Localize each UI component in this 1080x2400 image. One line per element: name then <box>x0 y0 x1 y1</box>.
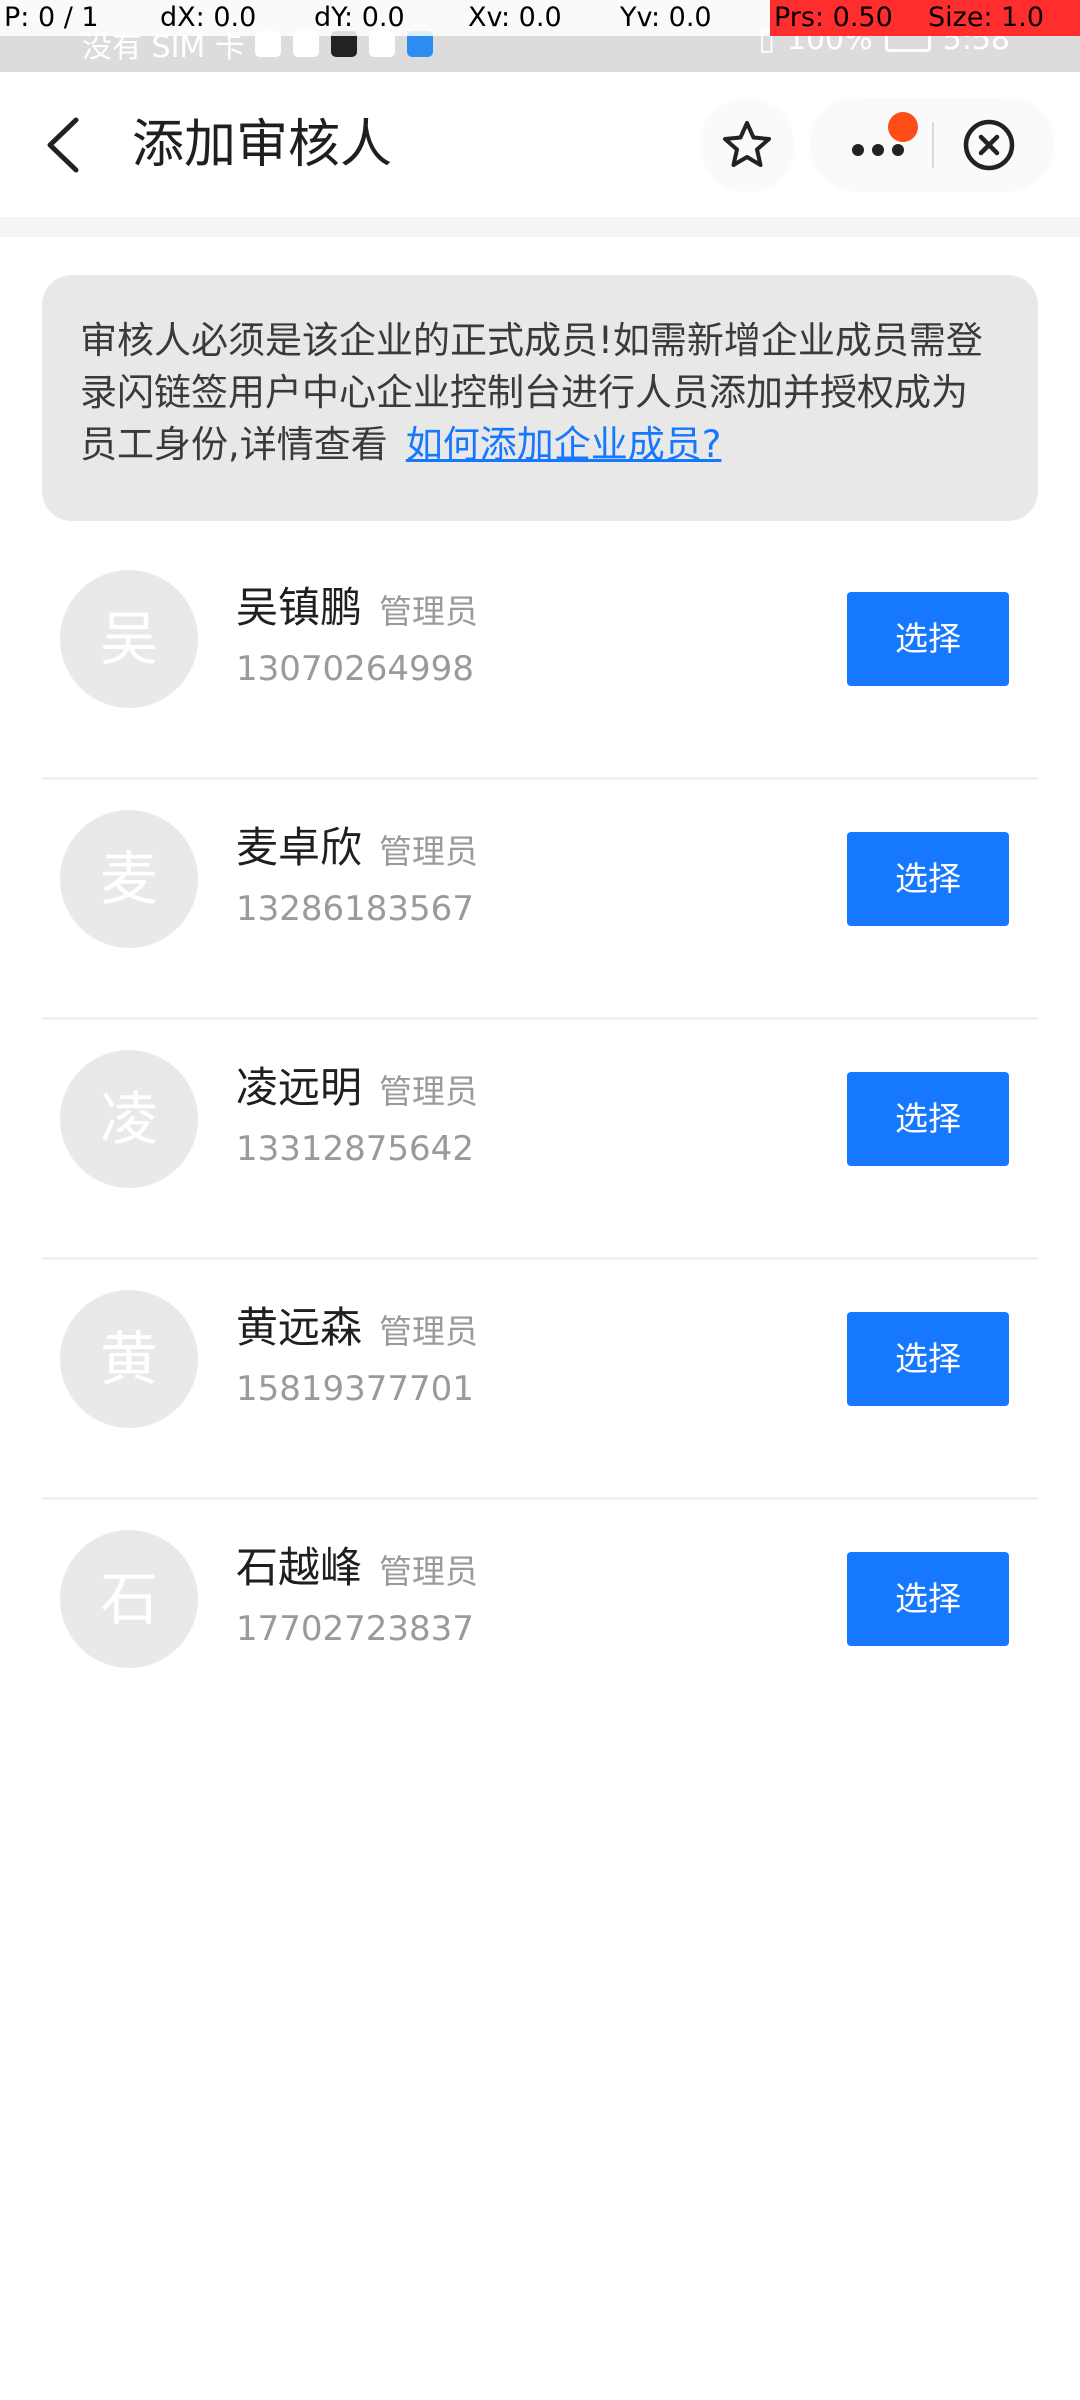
close-circle-icon <box>963 119 1015 171</box>
how-to-add-members-link[interactable]: 如何添加企业成员? <box>406 423 722 466</box>
mini-program-capsule <box>812 100 1052 190</box>
touch-size: Size: 1.0 <box>924 0 1080 36</box>
back-button[interactable] <box>40 110 90 180</box>
member-role: 管理员 <box>379 832 478 871</box>
select-button[interactable]: 选择 <box>847 592 1009 686</box>
member-name: 麦卓欣 <box>236 823 363 872</box>
divider-strip <box>0 217 1080 237</box>
select-button[interactable]: 选择 <box>847 1072 1009 1166</box>
avatar: 黄 <box>60 1290 198 1428</box>
member-row: 麦 麦卓欣 管理员 13286183567 选择 <box>42 780 1038 1020</box>
delta-y: dY: 0.0 <box>310 0 464 36</box>
member-row: 凌 凌远明 管理员 13312875642 选择 <box>42 1020 1038 1260</box>
notice-card: 审核人必须是该企业的正式成员!如需新增企业成员需登录闪链签用户中心企业控制台进行… <box>42 275 1038 521</box>
member-row: 吴 吴镇鹏 管理员 13070264998 选择 <box>42 540 1038 780</box>
avatar: 石 <box>60 1530 198 1668</box>
avatar: 凌 <box>60 1050 198 1188</box>
select-button[interactable]: 选择 <box>847 1552 1009 1646</box>
member-phone: 17702723837 <box>236 1609 474 1649</box>
avatar: 吴 <box>60 570 198 708</box>
favorite-button[interactable] <box>702 100 792 190</box>
member-name: 凌远明 <box>236 1063 363 1112</box>
member-row: 石 石越峰 管理员 17702723837 选择 <box>42 1500 1038 1740</box>
member-name: 吴镇鹏 <box>236 583 363 632</box>
pointer-count: P: 0 / 1 <box>0 0 156 36</box>
velocity-y: Yv: 0.0 <box>616 0 770 36</box>
delta-x: dX: 0.0 <box>156 0 310 36</box>
member-role: 管理员 <box>379 1072 478 1111</box>
capsule-divider <box>932 122 934 168</box>
avatar: 麦 <box>60 810 198 948</box>
member-name: 石越峰 <box>236 1543 363 1592</box>
member-role: 管理员 <box>379 1312 478 1351</box>
member-phone: 13286183567 <box>236 889 474 929</box>
member-name: 黄远森 <box>236 1303 363 1352</box>
chevron-left-icon <box>47 117 79 173</box>
member-phone: 13312875642 <box>236 1129 474 1169</box>
member-list: 吴 吴镇鹏 管理员 13070264998 选择 麦 麦卓欣 管理员 13286… <box>42 540 1038 1740</box>
close-button[interactable] <box>962 118 1016 172</box>
navigation-bar: 添加审核人 <box>0 72 1080 217</box>
notification-badge <box>888 112 918 142</box>
member-role: 管理员 <box>379 1552 478 1591</box>
select-button[interactable]: 选择 <box>847 832 1009 926</box>
member-phone: 13070264998 <box>236 649 474 689</box>
pointer-location-overlay: P: 0 / 1 dX: 0.0 dY: 0.0 Xv: 0.0 Yv: 0.0… <box>0 0 1080 36</box>
select-button[interactable]: 选择 <box>847 1312 1009 1406</box>
star-icon <box>723 121 771 167</box>
member-role: 管理员 <box>379 592 478 631</box>
velocity-x: Xv: 0.0 <box>464 0 616 36</box>
member-phone: 15819377701 <box>236 1369 474 1409</box>
pressure: Prs: 0.50 <box>770 0 924 36</box>
member-row: 黄 黄远森 管理员 15819377701 选择 <box>42 1260 1038 1500</box>
page-title: 添加审核人 <box>132 115 393 175</box>
